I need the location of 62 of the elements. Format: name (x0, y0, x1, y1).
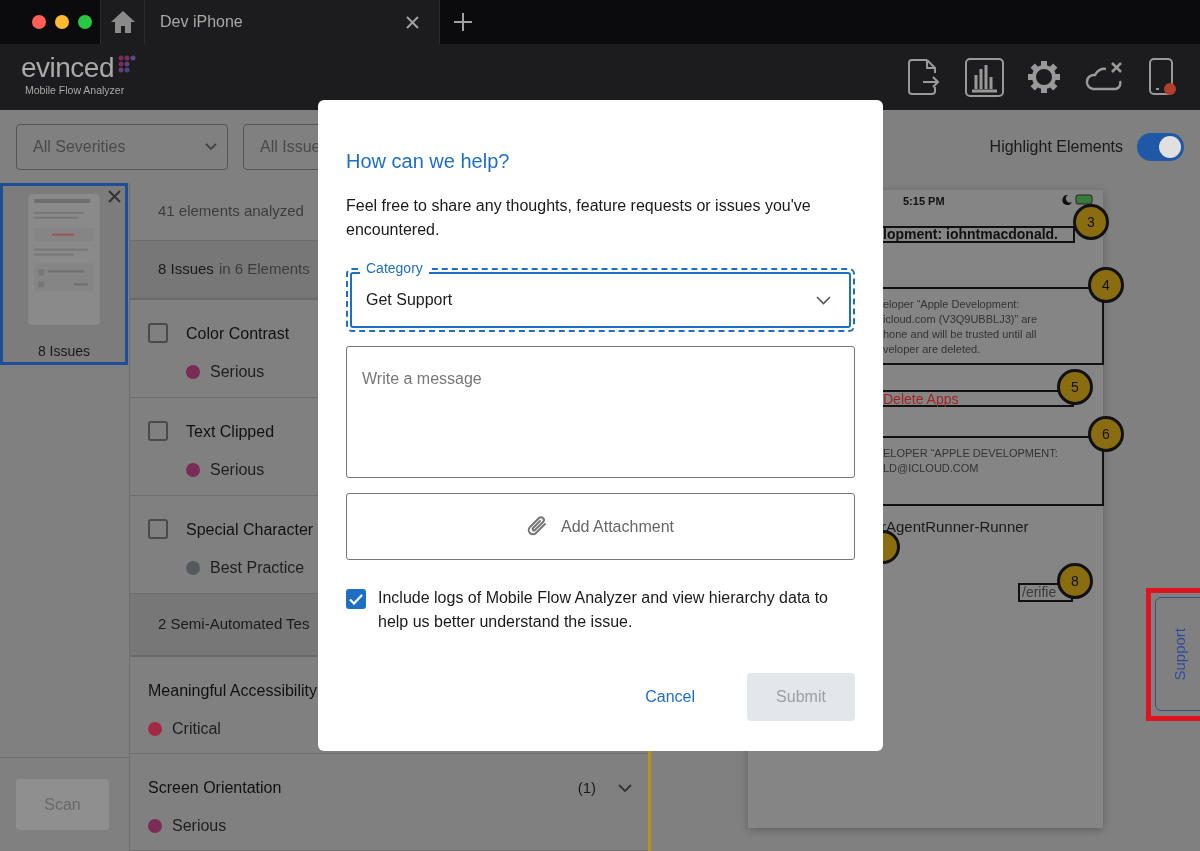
screen-text: LD@ICLOUD.COM (883, 461, 980, 476)
export-file-icon[interactable] (907, 58, 941, 96)
chevron-down-icon[interactable] (618, 783, 632, 793)
home-icon[interactable] (109, 10, 136, 34)
checkbox[interactable] (148, 518, 168, 539)
checkbox[interactable] (346, 589, 366, 609)
number-badge: 4 (1088, 267, 1124, 303)
toggle-switch[interactable] (1137, 132, 1184, 161)
screen-thumbnail[interactable]: 8 Issues (0, 183, 128, 365)
number-badge: 5 (1057, 369, 1093, 405)
chevron-down-icon (205, 142, 217, 151)
issue-count: 8 Issues (37, 342, 91, 361)
logo-wordmark: evinced (21, 55, 114, 82)
close-icon[interactable] (108, 190, 121, 203)
window-control-icon[interactable] (78, 15, 92, 29)
cloud-off-icon[interactable] (1084, 61, 1124, 93)
issue-scope: in 6 Elements (218, 259, 310, 280)
issue-count: 8 Issues (158, 259, 214, 280)
screen-text: ELOPER “APPLE DEVELOPMENT: (883, 446, 1059, 461)
screen-text: hone and will be trusted until all (883, 327, 1038, 342)
close-icon[interactable] (406, 15, 419, 29)
chart-icon[interactable] (965, 57, 1004, 97)
toggle-label: Highlight Elements (989, 136, 1123, 157)
number-badge: 6 (1088, 416, 1124, 452)
test-title: Screen Orientation (148, 778, 282, 799)
screen-text: /erifie (1022, 585, 1058, 600)
checkbox[interactable] (148, 421, 168, 442)
window-control-icon[interactable] (32, 15, 46, 29)
issue-title: Special Character (186, 519, 314, 540)
severity-label: Serious (172, 816, 227, 837)
window-tab[interactable]: Dev iPhone (145, 0, 440, 44)
number-badge: 3 (1073, 204, 1109, 240)
settings-icon[interactable] (1028, 61, 1060, 93)
screen-text: lopment: iohntmacdonald. (883, 228, 1059, 241)
window-control-icon[interactable] (55, 15, 69, 29)
screen-text: icloud.com (V3Q9UBBLJ3)” are (883, 312, 1039, 327)
checkbox[interactable] (148, 323, 168, 344)
logo-subtitle: Mobile Flow Analyzer (24, 83, 126, 99)
chevron-down-icon (816, 295, 831, 305)
issue-title: Text Clipped (186, 422, 275, 443)
number-badge: 8 (1057, 563, 1093, 599)
severity-label: Critical (172, 719, 221, 740)
test-row[interactable]: Screen Orientation (1) Serious (130, 754, 648, 851)
status-time: 5:15 PM (903, 194, 945, 209)
severity-label: Serious (210, 362, 265, 383)
cancel-link[interactable]: Cancel (645, 685, 695, 709)
screen-text: eloper “Apple Development: (883, 297, 1021, 312)
issue-title: Color Contrast (186, 324, 290, 345)
field-label: Category (360, 260, 429, 276)
severity-label: Serious (210, 460, 265, 481)
test-count: (1) (577, 777, 596, 798)
logo-mark-icon (118, 55, 137, 75)
screen-text: rAgentRunner-Runner (881, 517, 1029, 537)
screen-text: Delete Apps (883, 392, 960, 407)
status-icons (1062, 194, 1094, 205)
test-title: Meaningful Accessibility (148, 681, 317, 702)
severity-label: Best Practice (210, 557, 305, 578)
phone-icon[interactable] (1148, 58, 1178, 96)
plus-icon[interactable] (454, 13, 472, 31)
add-attachment-button[interactable]: Add Attachment (346, 493, 855, 560)
screen-text: veloper are deleted. (883, 342, 982, 357)
message-field[interactable]: Write a message (346, 346, 855, 478)
